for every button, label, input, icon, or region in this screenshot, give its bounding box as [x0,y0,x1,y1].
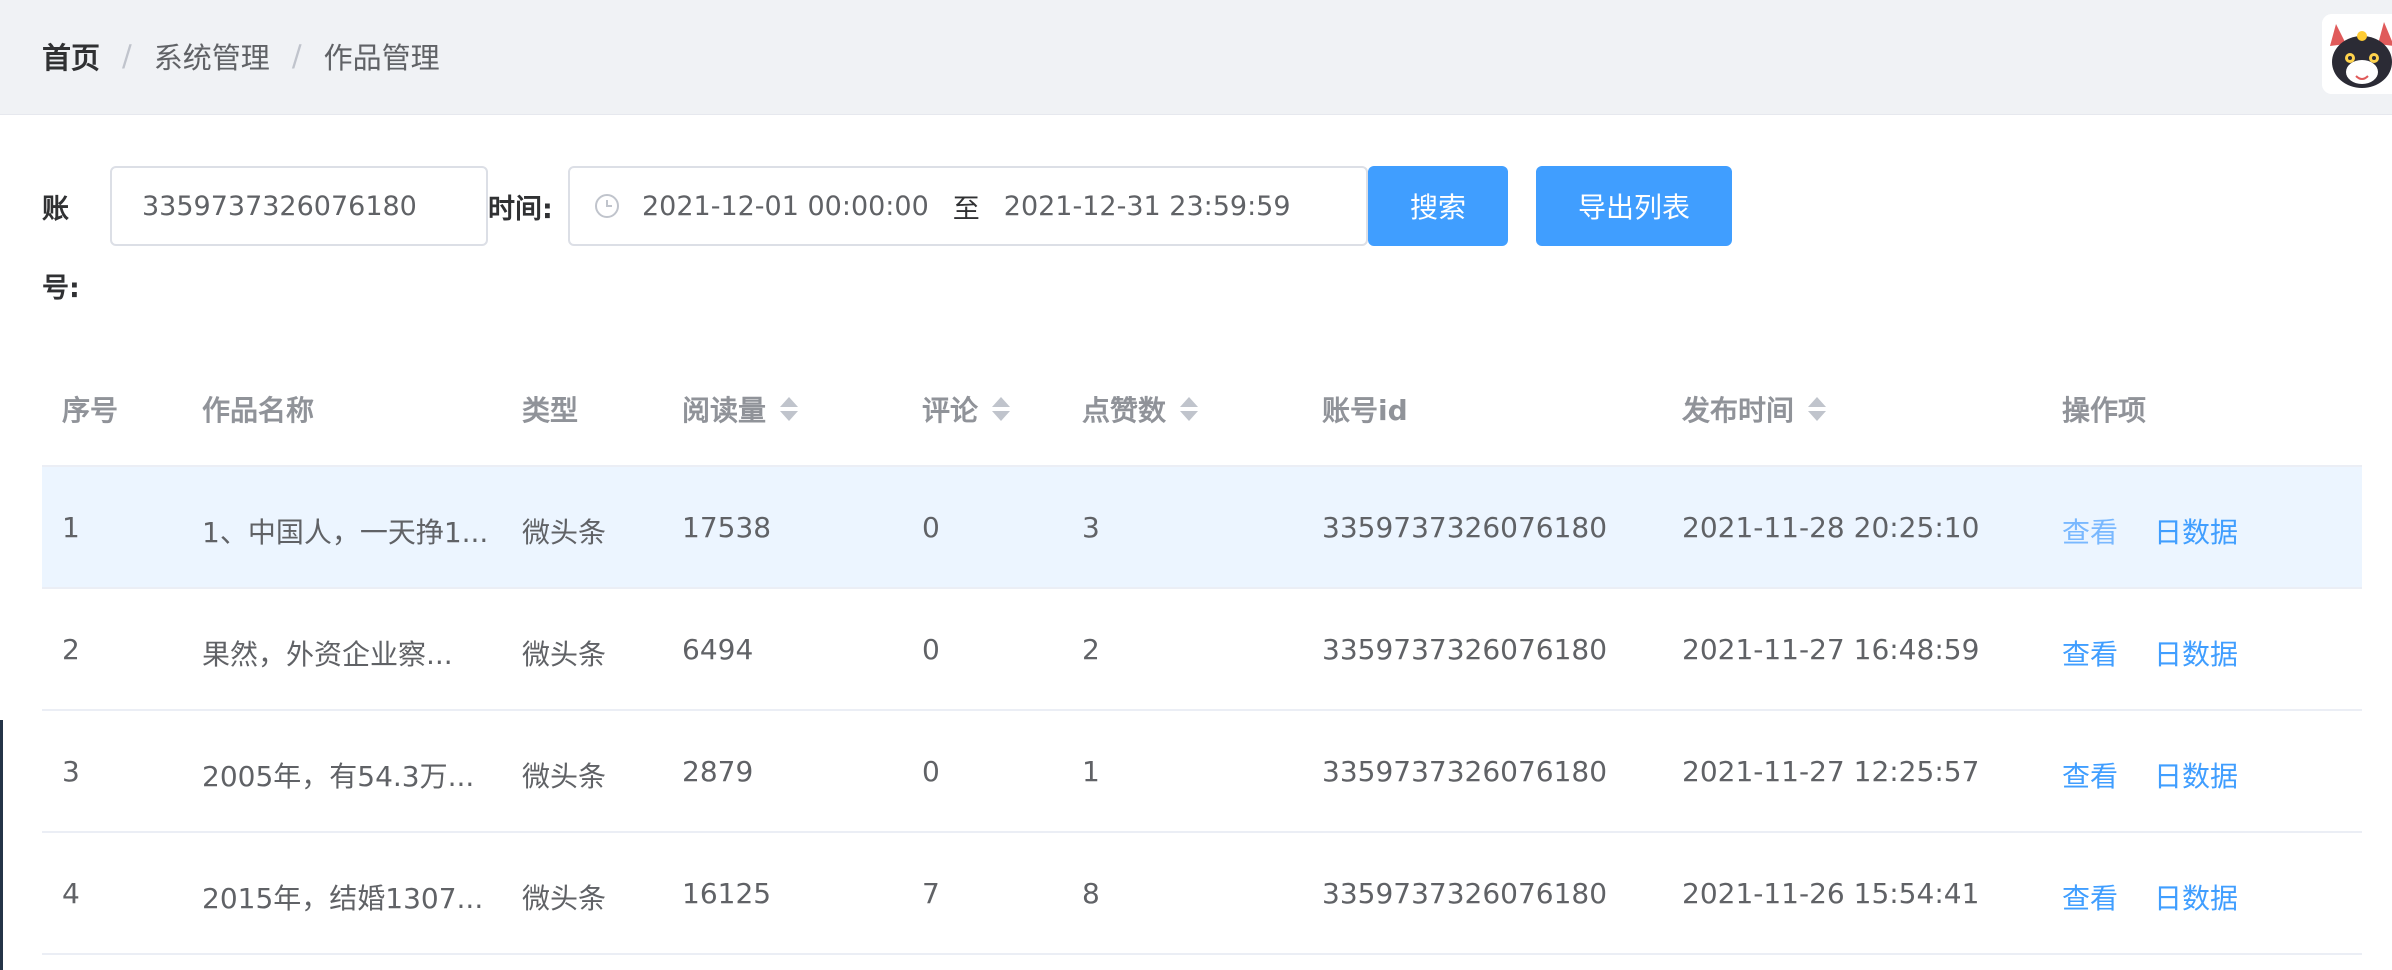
cell-type: 微头条 [522,516,607,549]
cell-index: 2 [62,633,80,666]
view-link[interactable]: 查看 [2062,633,2118,673]
breadcrumb-system[interactable]: 系统管理 [154,35,270,77]
cell-publish-time: 2021-11-27 16:48:59 [1682,633,1980,666]
table-header: 序号 作品名称 类型 阅读量 评论 点赞数 账号id 发布时间 操作项 [42,345,2362,467]
cell-comments: 0 [922,755,940,788]
cell-likes: 3 [1082,511,1100,544]
breadcrumb-separator: / [291,39,302,73]
search-button[interactable]: 搜索 [1368,166,1508,246]
cell-account-id: 3359737326076180 [1322,755,1608,788]
breadcrumb-home[interactable]: 首页 [42,35,100,77]
view-link[interactable]: 查看 [2062,877,2118,917]
cell-publish-time: 2021-11-27 12:25:57 [1682,755,1980,788]
cell-type: 微头条 [522,638,607,671]
header-name: 作品名称 [202,394,315,427]
top-navbar: 首页 / 系统管理 / 作品管理 [0,0,2392,115]
cell-account-id: 3359737326076180 [1322,633,1608,666]
end-date-input[interactable]: 2021-12-31 23:59:59 [1004,191,1291,222]
cell-type: 微头条 [522,760,607,793]
cell-comments: 7 [922,877,940,910]
range-separator: 至 [952,193,980,225]
breadcrumb-works: 作品管理 [323,41,440,75]
cat-avatar-icon [2322,14,2392,94]
cell-likes: 2 [1082,633,1100,666]
sort-caret-icon[interactable] [1808,397,1827,421]
cell-publish-time: 2021-11-28 20:25:10 [1682,511,1980,544]
cell-reads: 2879 [682,755,754,788]
account-label-continued: 号: [42,273,80,304]
daily-data-link[interactable]: 日数据 [2154,755,2238,795]
cell-name: 果然，外资企业察... [202,638,453,671]
cell-name: 2015年，结婚1307... [202,882,484,915]
export-list-button[interactable]: 导出列表 [1536,166,1732,246]
header-index: 序号 [62,394,119,427]
view-link[interactable]: 查看 [2062,755,2118,795]
view-link[interactable]: 查看 [2062,511,2118,551]
breadcrumb-separator: / [122,39,132,73]
header-reads[interactable]: 阅读量 [682,389,799,429]
breadcrumb: 首页 / 系统管理 / 作品管理 [42,35,440,77]
start-date-input[interactable]: 2021-12-01 00:00:00 [642,191,929,222]
sort-caret-icon[interactable] [1180,397,1199,421]
works-table: 序号 作品名称 类型 阅读量 评论 点赞数 账号id 发布时间 操作项 1 1、… [42,345,2362,955]
cell-comments: 0 [922,633,940,666]
table-row[interactable]: 2 果然，外资企业察... 微头条 6494 0 2 3359737326076… [42,589,2362,711]
header-likes[interactable]: 点赞数 [1082,389,1199,429]
table-row[interactable]: 4 2015年，结婚1307... 微头条 16125 7 8 33597373… [42,833,2362,955]
sort-caret-icon[interactable] [992,397,1011,421]
daily-data-link[interactable]: 日数据 [2154,877,2238,917]
sidebar-edge [0,720,3,970]
cell-reads: 16125 [682,877,772,910]
cell-index: 1 [62,511,80,544]
account-label: 账 [42,194,69,225]
sort-caret-icon[interactable] [780,397,799,421]
cell-likes: 1 [1082,755,1100,788]
daily-data-link[interactable]: 日数据 [2154,633,2238,673]
header-actions: 操作项 [2062,394,2147,427]
date-range-picker[interactable]: 2021-12-01 00:00:00 至 2021-12-31 23:59:5… [568,166,1368,246]
cell-publish-time: 2021-11-26 15:54:41 [1682,877,1980,910]
cell-type: 微头条 [522,882,607,915]
header-comments[interactable]: 评论 [922,389,1011,429]
cell-index: 4 [62,877,80,910]
user-avatar[interactable] [2322,14,2392,94]
table-row[interactable]: 3 2005年，有54.3万... 微头条 2879 0 1 335973732… [42,711,2362,833]
cell-account-id: 3359737326076180 [1322,511,1608,544]
table-row[interactable]: 1 1、中国人，一天挣1... 微头条 17538 0 3 3359737326… [42,467,2362,589]
header-type: 类型 [522,394,579,427]
clock-icon [594,193,620,219]
cell-name: 1、中国人，一天挣1... [202,516,489,549]
header-account-id: 账号id [1322,394,1408,427]
daily-data-link[interactable]: 日数据 [2154,511,2238,551]
header-publish-time[interactable]: 发布时间 [1682,389,1827,429]
cell-comments: 0 [922,511,940,544]
cell-index: 3 [62,755,80,788]
cell-reads: 17538 [682,511,772,544]
cell-likes: 8 [1082,877,1100,910]
cell-account-id: 3359737326076180 [1322,877,1608,910]
cell-reads: 6494 [682,633,754,666]
account-input[interactable]: 3359737326076180 [110,166,488,246]
time-label: 时间: [488,194,553,225]
cell-name: 2005年，有54.3万... [202,760,475,793]
account-input-value: 3359737326076180 [142,190,417,222]
